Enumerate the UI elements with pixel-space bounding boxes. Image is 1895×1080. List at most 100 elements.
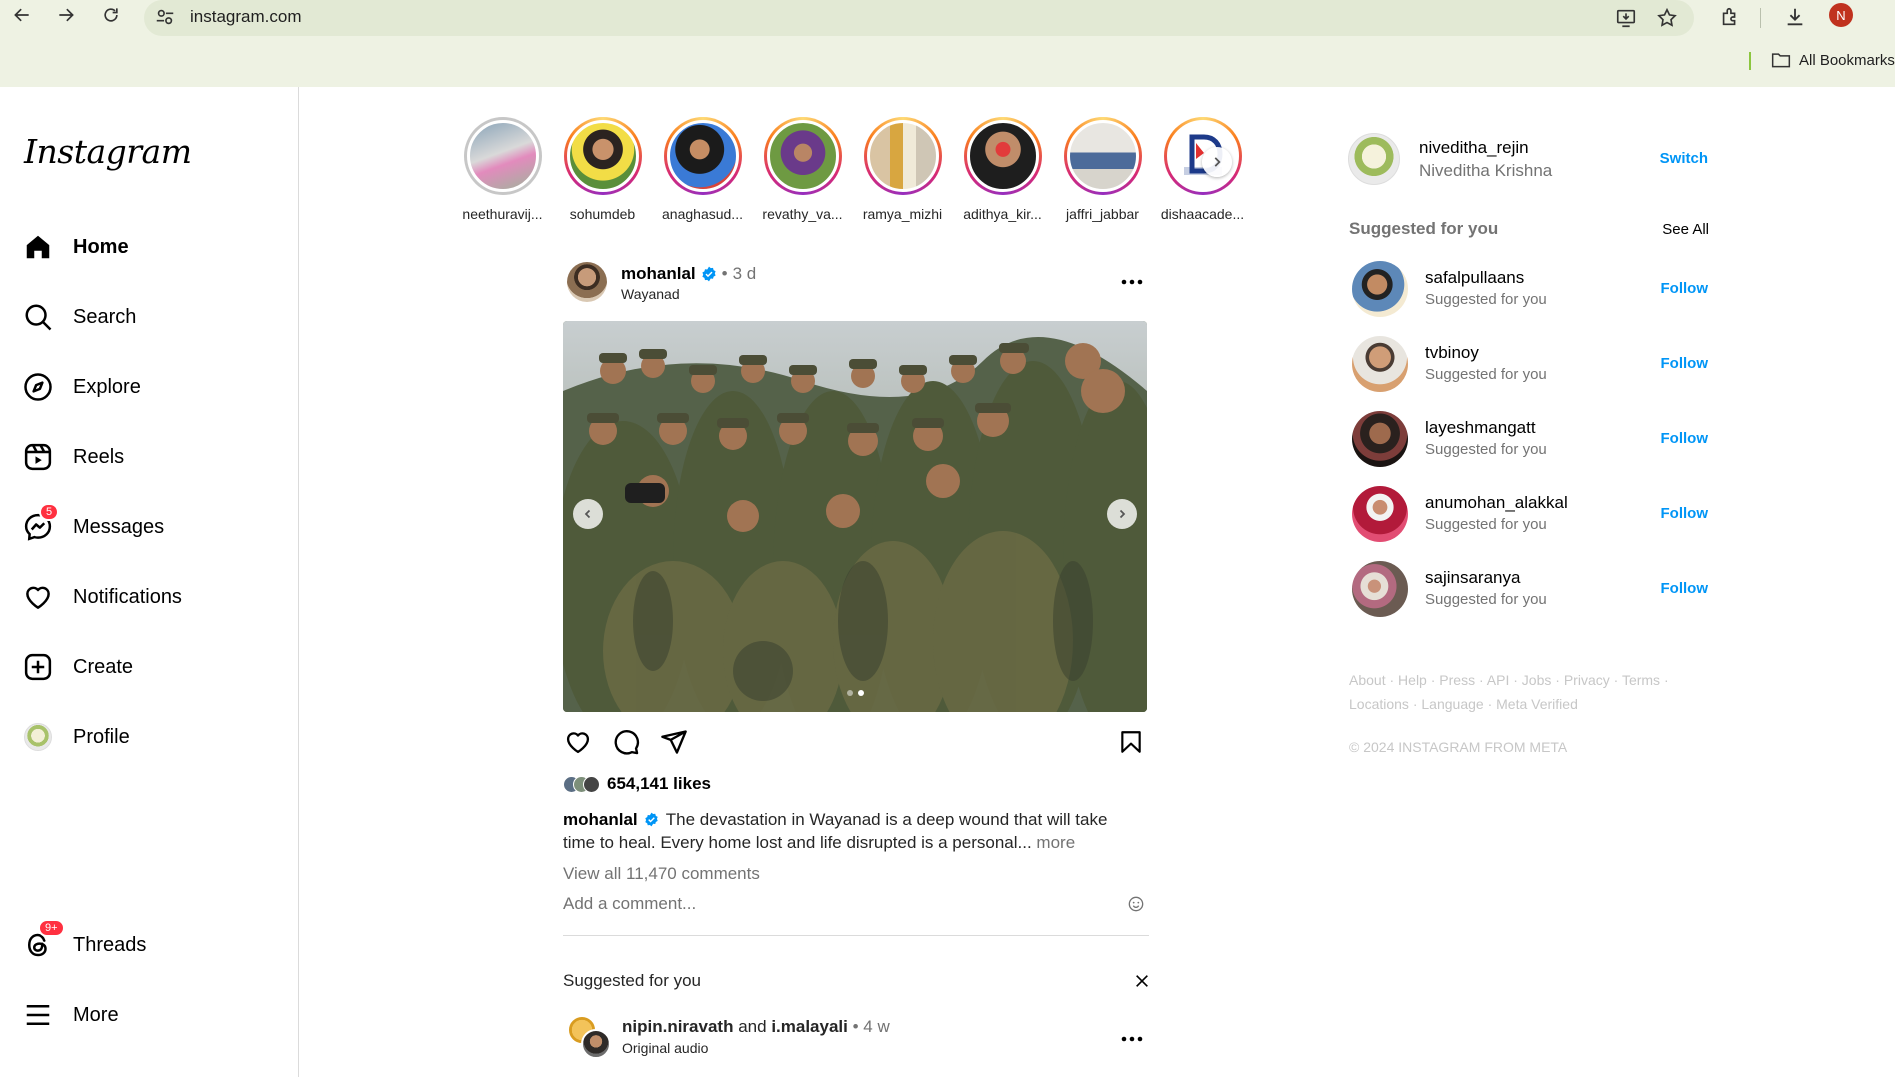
story-item[interactable]: ramya_mizhi [860, 117, 945, 222]
suggestion-avatar[interactable] [1352, 561, 1408, 617]
footer-link[interactable]: Locations [1349, 696, 1409, 712]
post-time[interactable]: 3 d [733, 264, 757, 284]
explore-icon [22, 371, 54, 403]
post-username[interactable]: mohanlal [621, 264, 696, 284]
current-user-avatar[interactable] [1348, 133, 1400, 185]
instagram-logo[interactable]: Instagram [24, 132, 192, 171]
reel-audio[interactable]: Original audio [622, 1040, 708, 1056]
follow-button[interactable]: Follow [1661, 505, 1709, 522]
post-header: mohanlal • 3 d Wayanad [563, 262, 1149, 310]
bookmark-icon [1121, 731, 1141, 753]
downloads-icon[interactable] [1780, 2, 1810, 32]
story-item[interactable]: adithya_kir... [960, 117, 1045, 222]
nav-create[interactable]: Create [22, 645, 133, 689]
carousel-next-button[interactable] [1107, 499, 1137, 529]
current-username[interactable]: niveditha_rejin [1419, 138, 1529, 158]
forward-button[interactable] [53, 2, 79, 28]
address-bar[interactable]: instagram.com [144, 0, 1694, 36]
likes-count[interactable]: 654,141 likes [563, 774, 711, 794]
footer-link[interactable]: Jobs [1522, 672, 1552, 688]
suggestion-username[interactable]: tvbinoy [1425, 343, 1479, 363]
story-item[interactable]: dishaacade... [1160, 117, 1245, 222]
emoji-button[interactable] [1128, 896, 1144, 912]
footer-link[interactable]: Language [1421, 696, 1483, 712]
reel-time[interactable]: 4 w [863, 1017, 889, 1036]
bookmark-star-icon[interactable] [1653, 4, 1681, 32]
story-item[interactable]: neethuravij... [460, 117, 545, 222]
post-author-avatar[interactable] [567, 262, 607, 302]
suggestion-username[interactable]: safalpullaans [1425, 268, 1524, 288]
view-comments-link[interactable]: View all 11,470 comments [563, 864, 760, 884]
footer-link[interactable]: Privacy [1564, 672, 1610, 688]
reel-options-button[interactable] [1117, 1027, 1147, 1051]
post-media[interactable] [563, 321, 1147, 712]
see-all-link[interactable]: See All [1662, 221, 1709, 238]
collab-user-1[interactable]: nipin.niravath [622, 1017, 733, 1036]
footer-separator: · [1609, 672, 1622, 688]
stories-next-button[interactable] [1202, 147, 1232, 177]
story-item[interactable]: revathy_va... [760, 117, 845, 222]
install-app-icon[interactable] [1612, 4, 1640, 32]
footer-separator: · [1385, 672, 1399, 688]
nav-search[interactable]: Search [22, 295, 136, 339]
nav-home[interactable]: Home [22, 225, 129, 269]
story-item[interactable]: jaffri_jabbar [1060, 117, 1145, 222]
footer-link[interactable]: Terms [1622, 672, 1660, 688]
nav-notifications[interactable]: Notifications [22, 575, 182, 619]
post-options-button[interactable] [1117, 270, 1147, 294]
stories-tray: neethuravij... sohumdeb anaghasud... rev… [460, 117, 1245, 222]
suggestion-avatar[interactable] [1352, 261, 1408, 317]
nav-reels[interactable]: Reels [22, 435, 124, 479]
suggestion-avatar[interactable] [1352, 486, 1408, 542]
comment-input[interactable] [563, 894, 1063, 914]
collab-avatars[interactable] [567, 1015, 611, 1059]
nav-more[interactable]: More [22, 993, 119, 1037]
follow-button[interactable]: Follow [1661, 355, 1709, 372]
switch-account-button[interactable]: Switch [1660, 150, 1708, 167]
all-bookmarks-button[interactable]: All Bookmarks [1771, 51, 1895, 69]
story-ring [563, 117, 642, 195]
save-button[interactable] [1116, 727, 1146, 757]
extensions-icon[interactable] [1715, 2, 1745, 32]
story-avatar [766, 120, 839, 192]
suggestion-username[interactable]: sajinsaranya [1425, 568, 1520, 588]
caption-more-link[interactable]: more [1036, 833, 1075, 852]
caption-username[interactable]: mohanlal [563, 810, 638, 829]
url-text[interactable]: instagram.com [190, 7, 301, 27]
back-button[interactable] [9, 2, 35, 28]
post-location[interactable]: Wayanad [621, 286, 680, 302]
follow-button[interactable]: Follow [1661, 430, 1709, 447]
nav-threads[interactable]: 9+ Threads [22, 919, 146, 967]
close-icon [1136, 975, 1148, 987]
story-item[interactable]: anaghasud... [660, 117, 745, 222]
footer-link[interactable]: Meta Verified [1496, 696, 1578, 712]
nav-profile[interactable]: Profile [22, 715, 130, 759]
site-info-icon[interactable] [154, 6, 176, 28]
follow-button[interactable]: Follow [1661, 580, 1709, 597]
post-author[interactable]: mohanlal • 3 d [621, 264, 756, 284]
footer-link[interactable]: About [1349, 672, 1386, 688]
follow-button[interactable]: Follow [1661, 280, 1709, 297]
footer-link[interactable]: Help [1398, 672, 1427, 688]
dismiss-suggested-button[interactable] [1131, 970, 1153, 992]
comment-button[interactable] [611, 727, 641, 757]
suggestion-username[interactable]: layeshmangatt [1425, 418, 1536, 438]
carousel-prev-button[interactable] [573, 499, 603, 529]
story-avatar [466, 120, 539, 192]
footer-link[interactable]: Press [1439, 672, 1475, 688]
story-item[interactable]: sohumdeb [560, 117, 645, 222]
nav-messages[interactable]: 5 Messages [22, 503, 164, 549]
reload-icon [104, 8, 118, 22]
suggestion-username[interactable]: anumohan_alakkal [1425, 493, 1568, 513]
footer-link[interactable]: API [1487, 672, 1510, 688]
share-button[interactable] [659, 727, 689, 757]
like-button[interactable] [563, 727, 593, 757]
suggestion-avatar[interactable] [1352, 336, 1408, 392]
collab-user-2[interactable]: i.malayali [771, 1017, 848, 1036]
nav-profile-label: Profile [73, 725, 130, 748]
nav-explore[interactable]: Explore [22, 365, 141, 409]
suggestion-avatar[interactable] [1352, 411, 1408, 467]
reload-button[interactable] [98, 2, 124, 28]
browser-profile-avatar[interactable]: N [1829, 3, 1853, 27]
suggestions-header: Suggested for you See All [1349, 219, 1711, 241]
